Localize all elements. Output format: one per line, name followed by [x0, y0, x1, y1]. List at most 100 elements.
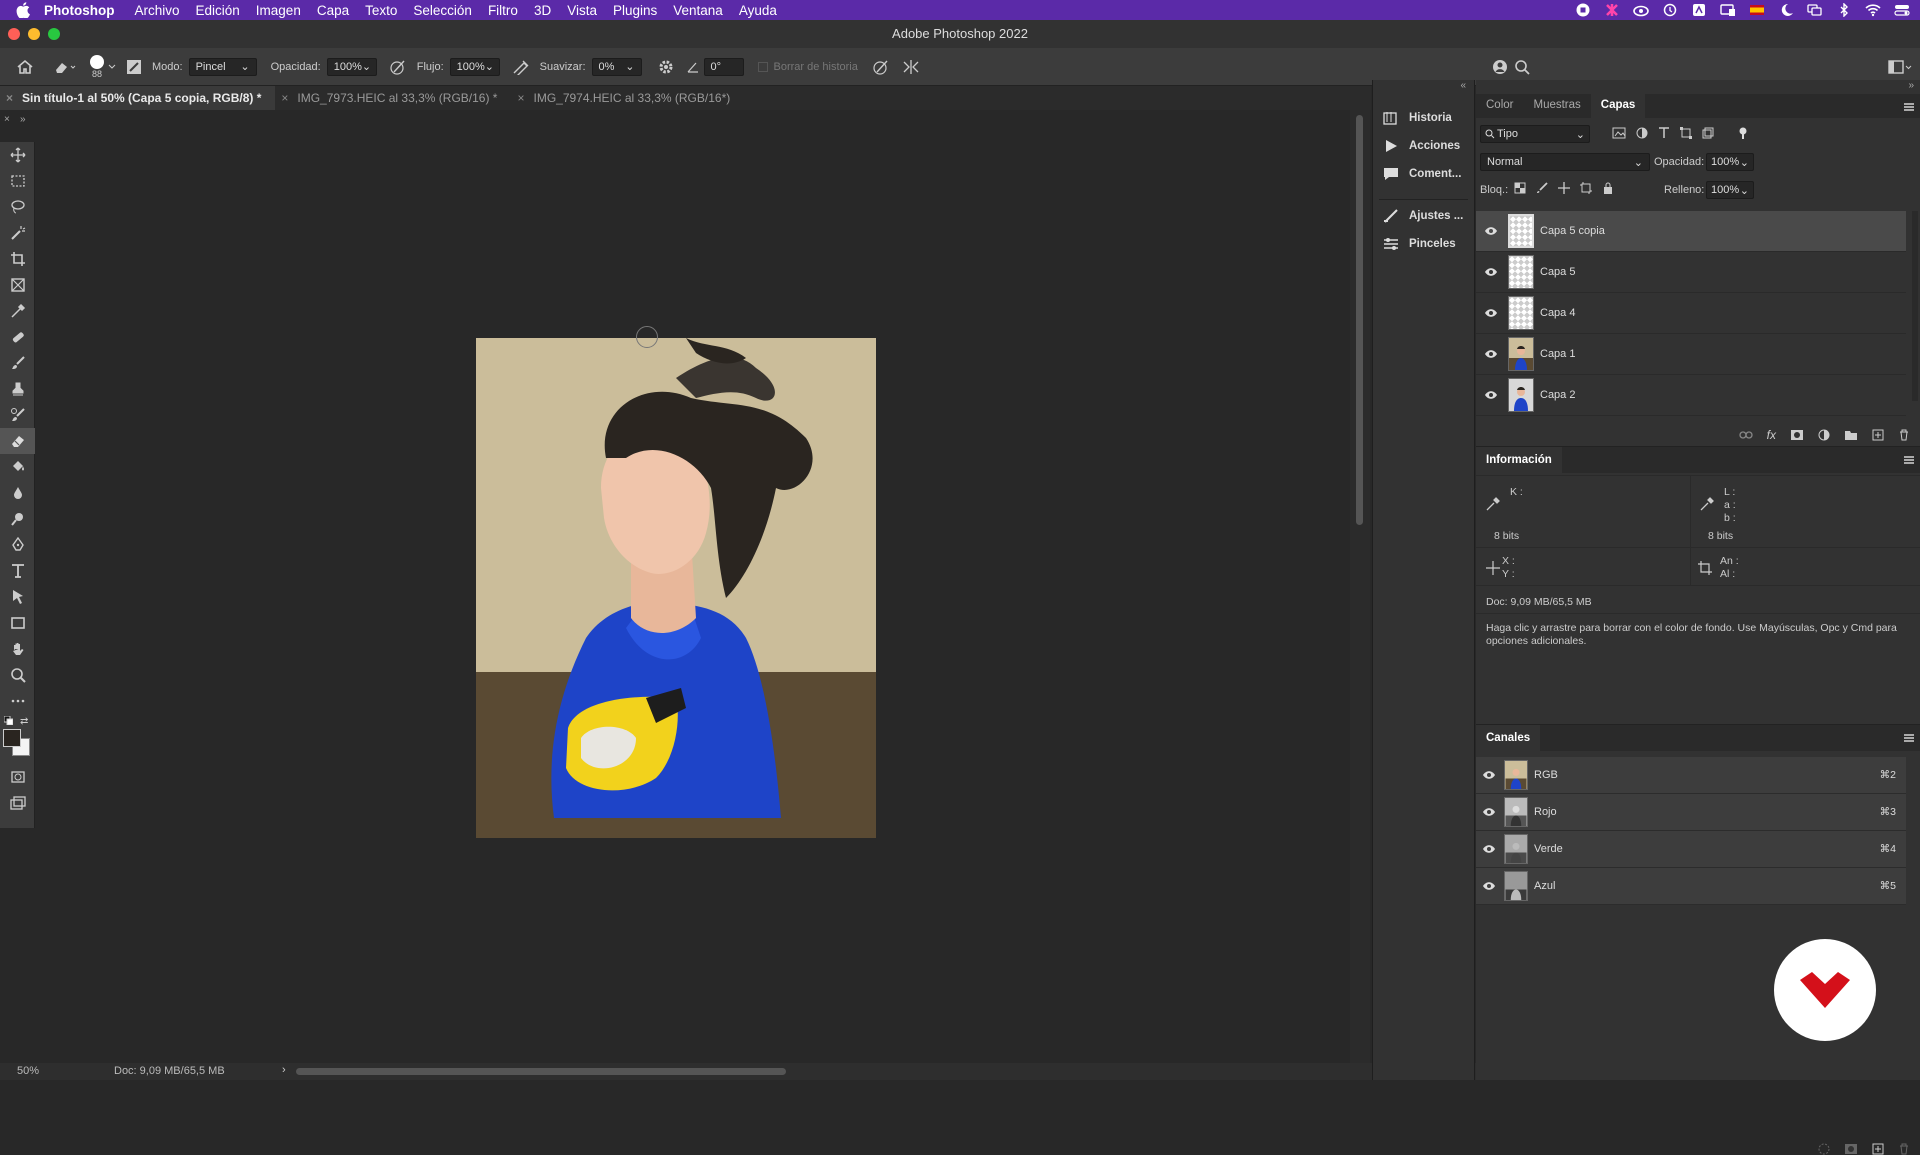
- filter-smart-object-icon[interactable]: [1702, 127, 1714, 139]
- channel-row-rgb[interactable]: RGB ⌘2: [1476, 757, 1906, 794]
- panel-acciones-button[interactable]: Acciones: [1373, 132, 1474, 160]
- apple-menu-icon[interactable]: [16, 2, 30, 18]
- vertical-scrollbar[interactable]: [1350, 110, 1370, 1065]
- tab-color[interactable]: Color: [1476, 94, 1523, 118]
- dodge-tool-icon[interactable]: [0, 506, 35, 532]
- tab-document-3[interactable]: × IMG_7974.HEIC al 33,3% (RGB/16*): [511, 86, 744, 110]
- gear-icon[interactable]: [658, 59, 674, 75]
- record-icon[interactable]: [1575, 3, 1591, 17]
- visibility-eye-icon[interactable]: [1484, 349, 1498, 359]
- new-channel-icon[interactable]: [1872, 1143, 1884, 1155]
- erase-history-checkbox[interactable]: [757, 61, 768, 72]
- more-tools-icon[interactable]: [0, 688, 35, 714]
- rectangle-tool-icon[interactable]: [0, 610, 35, 636]
- eraser-tool-icon[interactable]: [0, 428, 35, 454]
- healing-brush-tool-icon[interactable]: [0, 324, 35, 350]
- pressure-opacity-icon[interactable]: [389, 59, 407, 75]
- menu-filtro[interactable]: Filtro: [488, 3, 518, 18]
- mirroring-icon[interactable]: [1807, 3, 1823, 17]
- tab-capas[interactable]: Capas: [1590, 94, 1646, 118]
- visibility-eye-icon[interactable]: [1482, 844, 1496, 854]
- lock-all-icon[interactable]: [1602, 182, 1614, 194]
- layers-scrollbar[interactable]: [1912, 211, 1918, 401]
- brush-tool-icon[interactable]: [0, 350, 35, 376]
- lock-transparency-icon[interactable]: [1514, 182, 1526, 194]
- layer-row-capa-5[interactable]: Capa 5: [1476, 252, 1906, 293]
- brush-settings-icon[interactable]: [126, 59, 142, 75]
- control-center-icon[interactable]: [1894, 3, 1910, 17]
- clone-stamp-tool-icon[interactable]: [0, 376, 35, 402]
- filter-toggle-icon[interactable]: [1738, 127, 1748, 139]
- trash-icon[interactable]: [1898, 1143, 1910, 1155]
- menu-archivo[interactable]: Archivo: [135, 3, 180, 18]
- zoom-tool-icon[interactable]: [0, 662, 35, 688]
- menu-plugins[interactable]: Plugins: [613, 3, 657, 18]
- history-brush-tool-icon[interactable]: [0, 402, 35, 428]
- flow-field[interactable]: 100% ⌄: [449, 57, 500, 76]
- fill-field[interactable]: 100% ⌄: [1706, 181, 1754, 199]
- chevron-down-icon[interactable]: [108, 64, 116, 70]
- type-tool-icon[interactable]: [0, 558, 35, 584]
- panel-historia-button[interactable]: Historia: [1373, 104, 1474, 132]
- collapse-dock-icon[interactable]: »: [1908, 80, 1914, 91]
- zoom-window-button[interactable]: [48, 28, 60, 40]
- channel-row-azul[interactable]: Azul ⌘5: [1476, 868, 1906, 905]
- layer-mask-icon[interactable]: [1790, 429, 1804, 441]
- opacity-field[interactable]: 100% ⌄: [326, 57, 377, 76]
- home-icon[interactable]: [16, 59, 34, 75]
- trash-icon[interactable]: [1898, 429, 1910, 441]
- hand-tool-icon[interactable]: [0, 636, 35, 662]
- eyedropper-tool-icon[interactable]: [0, 298, 35, 324]
- filter-shape-icon[interactable]: [1680, 127, 1692, 139]
- panel-pinceles-button[interactable]: Pinceles: [1373, 230, 1474, 258]
- minimize-window-button[interactable]: [28, 28, 40, 40]
- paint-bucket-tool-icon[interactable]: [0, 454, 35, 480]
- moon-icon[interactable]: [1778, 3, 1794, 17]
- pressure-size-icon[interactable]: [872, 59, 890, 75]
- link-layers-icon[interactable]: [1739, 430, 1753, 440]
- close-icon[interactable]: ×: [4, 114, 10, 125]
- panel-comentarios-button[interactable]: Coment...: [1373, 160, 1474, 188]
- blend-mode-dropdown[interactable]: Normal ⌄: [1480, 153, 1650, 171]
- menu-ventana[interactable]: Ventana: [673, 3, 723, 18]
- pen-tool-icon[interactable]: [0, 532, 35, 558]
- marquee-tool-icon[interactable]: [0, 168, 35, 194]
- notes-app-icon[interactable]: [1691, 3, 1707, 17]
- symmetry-icon[interactable]: [902, 59, 920, 75]
- tab-canales[interactable]: Canales: [1476, 725, 1541, 751]
- swap-colors-icon[interactable]: ⇄: [20, 716, 28, 727]
- close-tab-icon[interactable]: ×: [6, 86, 13, 110]
- collapse-panels-icon[interactable]: «: [1460, 80, 1466, 91]
- menu-ayuda[interactable]: Ayuda: [739, 3, 777, 18]
- close-window-button[interactable]: [8, 28, 20, 40]
- wifi-icon[interactable]: [1865, 3, 1881, 17]
- new-layer-icon[interactable]: [1872, 429, 1884, 441]
- smooth-field[interactable]: 0% ⌄: [591, 57, 642, 76]
- save-selection-icon[interactable]: [1844, 1143, 1858, 1155]
- layer-row-capa-5-copia[interactable]: Capa 5 copia: [1476, 211, 1906, 252]
- path-selection-tool-icon[interactable]: [0, 584, 35, 610]
- creative-cloud-icon[interactable]: [1633, 3, 1649, 17]
- layer-filter-dropdown[interactable]: Tipo ⌄: [1480, 125, 1590, 143]
- visibility-eye-icon[interactable]: [1484, 226, 1498, 236]
- horizontal-scroll-thumb[interactable]: [296, 1068, 786, 1075]
- tab-muestras[interactable]: Muestras: [1523, 94, 1590, 118]
- spain-flag-icon[interactable]: [1749, 3, 1765, 17]
- visibility-eye-icon[interactable]: [1484, 390, 1498, 400]
- visibility-eye-icon[interactable]: [1482, 881, 1496, 891]
- time-machine-icon[interactable]: [1662, 3, 1678, 17]
- visibility-eye-icon[interactable]: [1484, 267, 1498, 277]
- filter-pixel-icon[interactable]: [1612, 127, 1626, 139]
- visibility-eye-icon[interactable]: [1484, 308, 1498, 318]
- layer-row-capa-4[interactable]: Capa 4: [1476, 293, 1906, 334]
- layer-opacity-field[interactable]: 100% ⌄: [1706, 153, 1754, 171]
- airbrush-icon[interactable]: [512, 59, 530, 75]
- brush-size-picker[interactable]: 88: [90, 54, 104, 79]
- menu-edicion[interactable]: Edición: [196, 3, 240, 18]
- search-icon[interactable]: [1514, 59, 1530, 75]
- lock-artboard-icon[interactable]: [1580, 182, 1592, 194]
- adjustment-layer-icon[interactable]: [1818, 429, 1830, 441]
- new-group-icon[interactable]: [1844, 429, 1858, 441]
- menu-seleccion[interactable]: Selección: [413, 3, 472, 18]
- menu-texto[interactable]: Texto: [365, 3, 397, 18]
